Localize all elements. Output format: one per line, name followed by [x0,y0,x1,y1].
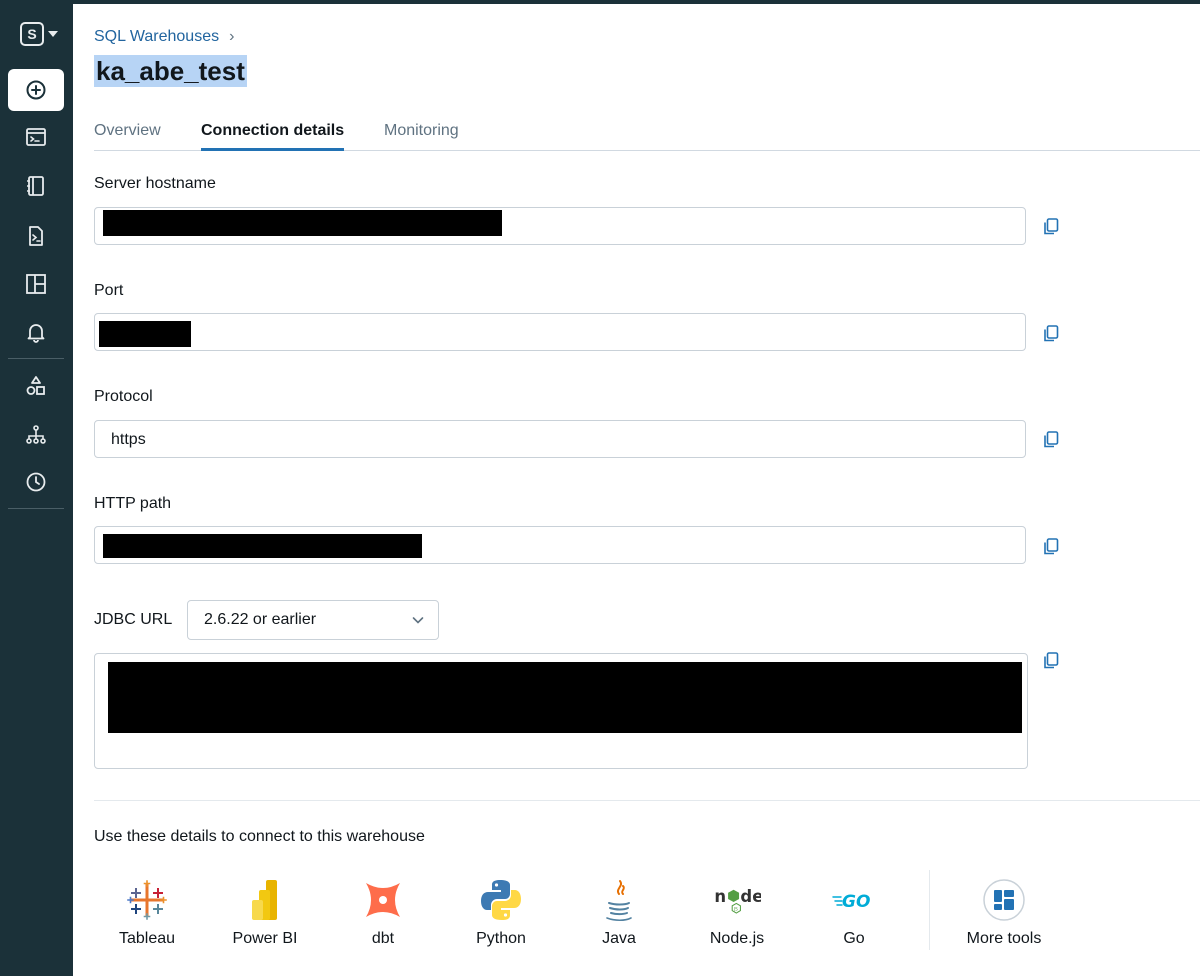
chevron-right-icon: › [229,28,235,45]
tool-python[interactable]: Python [451,876,551,948]
sidebar-item-sql-file[interactable] [8,215,64,257]
protocol-value: https [111,431,146,448]
copy-icon [1044,538,1059,555]
copy-server-hostname-button[interactable] [1043,218,1059,236]
tool-name: Go [843,930,865,947]
redacted-block [103,210,502,236]
page-title: ka_abe_test [94,55,247,87]
copy-icon [1044,431,1059,448]
sql-editor-icon [26,128,46,146]
sidebar-divider [8,508,64,509]
chevron-down-icon [412,617,424,624]
new-plus-icon [26,80,46,100]
python-logo-icon [481,880,521,920]
tool-name: More tools [966,930,1042,947]
sidebar: S [0,4,73,976]
jdbc-version-select[interactable]: 2.6.22 or earlier [187,600,439,640]
tool-dbt[interactable]: dbt [333,876,433,948]
workspace-badge: S [20,22,44,46]
tab-connection-details[interactable]: Connection details [201,122,345,151]
jdbc-url-label: JDBC URL [94,611,173,628]
tool-more-tools[interactable]: More tools [954,876,1054,948]
go-logo-icon: GO [832,892,870,912]
copy-protocol-button[interactable] [1043,431,1059,449]
nodejs-logo-icon: n de JS [714,887,761,914]
powerbi-logo-icon [252,880,277,920]
svg-text:n: n [714,887,726,906]
java-logo-icon [606,880,632,922]
jdbc-version-value: 2.6.22 or earlier [204,611,317,628]
port-field[interactable] [94,313,1026,351]
caret-down-icon [48,31,58,37]
tool-name: Node.js [709,930,765,947]
workflows-hierarchy-icon [26,425,46,444]
tab-monitoring[interactable]: Monitoring [384,122,459,148]
protocol-label: Protocol [94,388,153,405]
alerts-bell-icon [27,324,45,343]
sidebar-item-dashboards[interactable] [8,263,64,305]
tool-name: Java [602,930,636,947]
redacted-block [99,321,191,347]
copy-icon [1044,218,1059,235]
tool-name: Python [476,930,526,947]
workspace-switcher[interactable]: S [20,22,58,46]
tool-go[interactable]: GO Go [804,876,904,948]
server-hostname-field[interactable] [94,207,1026,245]
tableau-logo-icon [127,880,167,920]
tab-overview[interactable]: Overview [94,122,161,148]
tool-name: dbt [371,930,395,947]
tab-bar: Overview Connection details Monitoring [94,114,1200,151]
sidebar-item-workflows[interactable] [8,414,64,456]
svg-text:JS: JS [733,906,738,911]
dashboards-icon [26,274,46,294]
sidebar-divider [8,358,64,359]
tool-java[interactable]: Java [569,876,669,948]
tool-nodejs[interactable]: n de JS Node.js [687,876,787,948]
port-label: Port [94,282,124,299]
sql-file-icon [29,226,43,246]
copy-icon [1044,325,1059,342]
breadcrumb-link-sql-warehouses[interactable]: SQL Warehouses [94,28,219,46]
tool-tableau[interactable]: Tableau [97,876,197,948]
sidebar-item-catalog[interactable] [8,365,64,407]
sidebar-item-new[interactable] [8,69,64,111]
history-clock-icon [26,472,46,492]
copy-jdbc-url-button[interactable] [1043,652,1059,670]
top-edge-bar [0,0,1200,4]
protocol-field[interactable]: https [94,420,1026,458]
svg-text:GO: GO [842,892,870,912]
svg-text:de: de [740,887,761,906]
connect-hint: Use these details to connect to this war… [94,828,425,845]
breadcrumb: SQL Warehouses › [94,28,234,46]
http-path-label: HTTP path [94,495,172,512]
section-divider [94,800,1200,801]
tool-name: Tableau [118,930,176,947]
more-tools-grid-icon [983,879,1025,921]
server-hostname-label: Server hostname [94,175,216,192]
copy-http-path-button[interactable] [1043,538,1059,556]
sidebar-item-alerts[interactable] [8,311,64,353]
redacted-block [108,662,1022,733]
queries-icon [27,176,44,196]
copy-icon [1044,652,1059,669]
copy-port-button[interactable] [1043,325,1059,343]
jdbc-url-textarea[interactable] [94,653,1028,769]
tool-power-bi[interactable]: Power BI [215,876,315,948]
sidebar-item-queries[interactable] [8,165,64,207]
tools-separator [929,870,930,950]
sidebar-item-history[interactable] [8,461,64,503]
http-path-field[interactable] [94,526,1026,564]
catalog-shapes-icon [26,376,45,395]
redacted-block [103,534,422,558]
sidebar-item-sql-editor[interactable] [8,116,64,158]
tool-name: Power BI [232,930,298,947]
dbt-logo-icon [366,883,400,917]
